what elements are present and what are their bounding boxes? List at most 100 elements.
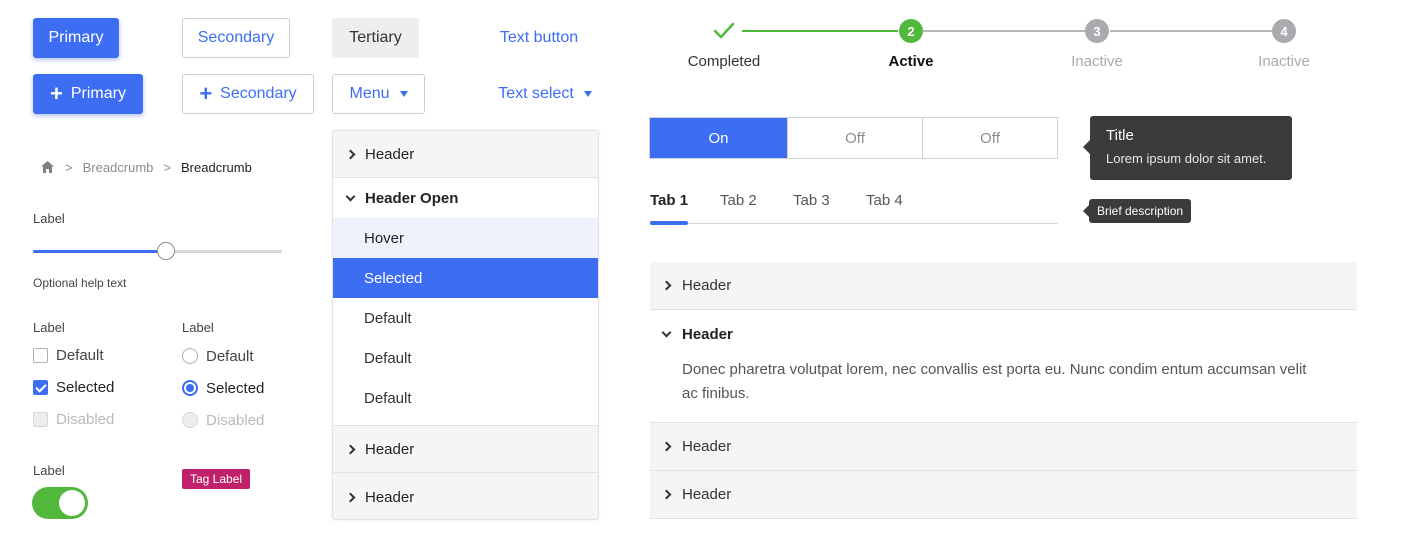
chevron-right-icon xyxy=(650,280,682,291)
text-button-label: Text button xyxy=(499,29,579,46)
tooltip: Title Lorem ipsum dolor sit amet. xyxy=(1083,116,1292,180)
accordion-header-label: Header xyxy=(682,438,732,455)
add-secondary-button[interactable]: + Secondary xyxy=(182,74,314,114)
tertiary-button[interactable]: Tertiary xyxy=(332,18,419,58)
text-button[interactable]: Text button xyxy=(489,18,589,58)
stepper-label-active: Active xyxy=(888,53,934,70)
menu-item-label: Hover xyxy=(364,229,405,247)
menu-header[interactable]: Header xyxy=(333,131,598,178)
plus-icon: + xyxy=(199,81,213,106)
chevron-right-icon xyxy=(335,149,365,159)
stepper-line-completed xyxy=(742,30,898,32)
toggle-knob xyxy=(59,490,85,516)
checkbox-box-checked[interactable] xyxy=(33,379,48,395)
radio-circle-checked[interactable] xyxy=(182,380,198,396)
home-icon[interactable] xyxy=(40,160,55,174)
check-icon xyxy=(712,19,736,43)
radio-selected[interactable]: Selected xyxy=(182,378,264,398)
stepper-dot-inactive: 4 xyxy=(1272,19,1296,43)
accordion-header[interactable]: Header xyxy=(650,262,1357,310)
radio-label: Default xyxy=(206,347,254,365)
toggle-label: Label xyxy=(33,463,65,478)
plus-icon: + xyxy=(50,81,63,106)
slider-label: Label xyxy=(33,211,65,226)
chevron-right-icon xyxy=(650,441,682,452)
radio-group-label: Label xyxy=(182,320,214,335)
menu-header-label: Header xyxy=(365,145,415,163)
menu-dropdown-button[interactable]: Menu xyxy=(332,74,425,114)
menu-header-open-label: Header Open xyxy=(365,189,459,207)
radio-circle[interactable] xyxy=(182,348,198,364)
menu-header[interactable]: Header xyxy=(333,425,598,473)
menu-item[interactable]: Default xyxy=(333,298,598,338)
menu-item[interactable]: Default xyxy=(333,338,598,378)
stepper-label-inactive: Inactive xyxy=(1071,53,1123,70)
accordion-header[interactable]: Header xyxy=(650,423,1357,471)
tab-1[interactable]: Tab 1 xyxy=(650,192,688,209)
tag-badge: Tag Label xyxy=(182,469,251,489)
menu-header-label: Header xyxy=(365,488,415,506)
slider-fill xyxy=(33,250,158,253)
accordion-header-open[interactable]: Header xyxy=(650,323,733,345)
checkbox-default[interactable]: Default xyxy=(33,345,104,365)
secondary-button[interactable]: Secondary xyxy=(182,18,290,58)
menu-item-label: Default xyxy=(364,389,412,407)
radio-circle-disabled xyxy=(182,412,198,428)
breadcrumb-link[interactable]: Breadcrumb xyxy=(83,160,154,175)
primary-button-label: Primary xyxy=(48,29,104,46)
add-primary-button[interactable]: + Primary xyxy=(33,74,143,114)
radio-default[interactable]: Default xyxy=(182,346,254,366)
add-primary-button-label: Primary xyxy=(70,85,126,102)
text-select-label: Text select xyxy=(498,85,574,102)
stepper-line xyxy=(923,30,1085,32)
radio-disabled: Disabled xyxy=(182,410,264,430)
checkbox-group-label: Label xyxy=(33,320,65,335)
text-select-dropdown[interactable]: Text select xyxy=(490,74,600,114)
tab-bar: Tab 1 Tab 2 Tab 3 Tab 4 xyxy=(650,190,1058,225)
accordion-header-label: Header xyxy=(682,325,733,343)
tooltip-body: Lorem ipsum dolor sit amet. xyxy=(1106,151,1267,166)
slider-thumb[interactable] xyxy=(157,242,175,260)
breadcrumb-current: Breadcrumb xyxy=(181,159,252,175)
chevron-down-icon xyxy=(650,327,682,337)
accordion-panel-open: Header Donec pharetra volutpat lorem, ne… xyxy=(650,311,1357,423)
stepper-dot-inactive: 3 xyxy=(1085,19,1109,43)
checkbox-label: Default xyxy=(56,346,104,364)
primary-button[interactable]: Primary xyxy=(33,18,119,58)
tooltip-brief: Brief description xyxy=(1082,199,1192,223)
tab-active-indicator xyxy=(650,221,688,225)
chevron-down-icon xyxy=(335,191,365,201)
segmented-control: On Off Off xyxy=(649,117,1058,159)
tooltip-title: Title xyxy=(1106,127,1134,144)
stepper-label-completed: Completed xyxy=(687,53,761,70)
menu-header[interactable]: Header xyxy=(333,473,598,519)
chevron-right-icon xyxy=(650,489,682,500)
tab-4[interactable]: Tab 4 xyxy=(866,192,903,209)
tab-3[interactable]: Tab 3 xyxy=(793,192,830,209)
menu-item[interactable]: Default xyxy=(333,378,598,418)
chevron-right-icon xyxy=(335,492,365,502)
caret-down-icon xyxy=(399,91,408,97)
checkbox-label: Disabled xyxy=(56,410,115,428)
tab-2[interactable]: Tab 2 xyxy=(720,192,757,209)
menu-header-open[interactable]: Header Open xyxy=(333,178,598,218)
segment-off[interactable]: Off xyxy=(923,118,1057,158)
menu-header-label: Header xyxy=(365,440,415,458)
toggle-switch[interactable] xyxy=(32,487,88,519)
accordion-header-label: Header xyxy=(682,277,732,294)
menu-item-selected[interactable]: Selected xyxy=(333,258,598,298)
menu-item-label: Selected xyxy=(364,269,423,287)
checkbox-selected[interactable]: Selected xyxy=(33,377,114,397)
stepper-label-inactive: Inactive xyxy=(1258,53,1310,70)
menu-item-hover[interactable]: Hover xyxy=(333,218,598,258)
radio-label: Selected xyxy=(206,379,265,397)
checkbox-box[interactable] xyxy=(33,347,48,363)
segment-on[interactable]: On xyxy=(650,118,788,158)
menu-item-label: Default xyxy=(364,349,412,367)
stepper-dot-active: 2 xyxy=(899,19,923,43)
segment-off[interactable]: Off xyxy=(788,118,923,158)
caret-down-icon xyxy=(583,91,592,97)
chevron-right-icon xyxy=(335,444,365,454)
accordion-header[interactable]: Header xyxy=(650,471,1357,519)
stepper-line xyxy=(1110,30,1272,32)
